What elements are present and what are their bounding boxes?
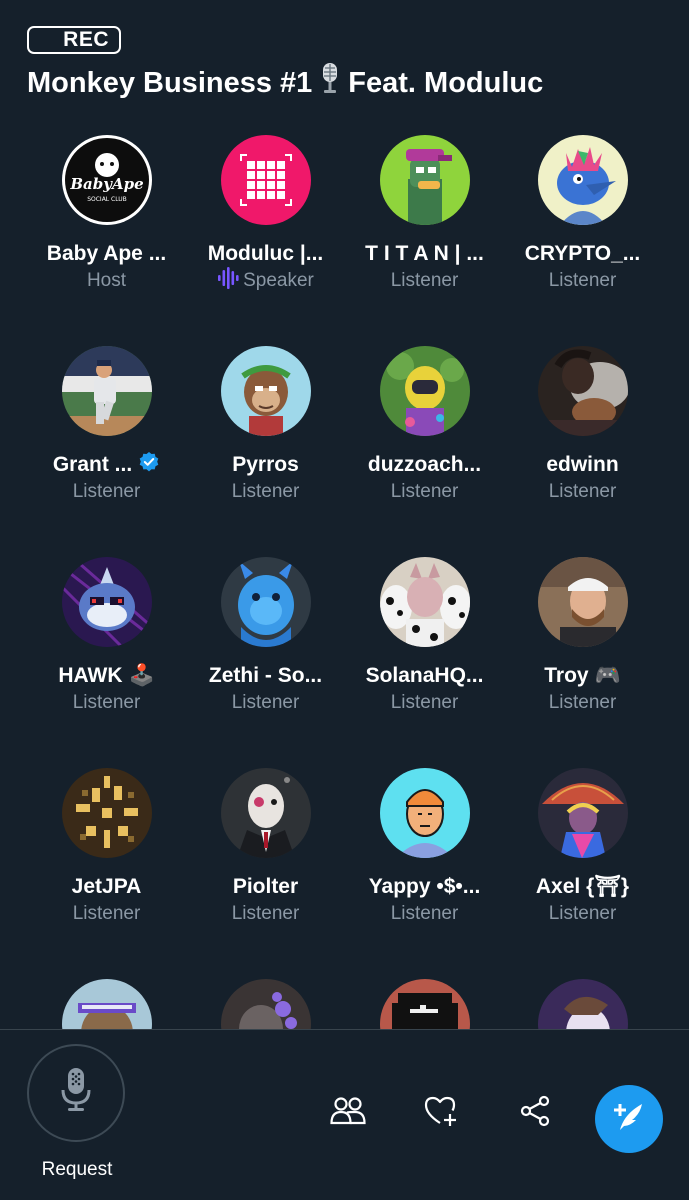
avatar [537, 979, 628, 1030]
participant-role: Listener [231, 481, 300, 502]
participant-role: Listener [390, 481, 459, 502]
participant-name: duzzoach... [367, 453, 482, 476]
participant-card[interactable] [27, 979, 186, 1030]
avatar [379, 346, 470, 436]
participant-name: HAWK 🕹️ [58, 664, 155, 687]
participant-card[interactable]: Piolter Listener [186, 768, 345, 926]
participant-role: Listener [548, 481, 617, 502]
avatar [379, 557, 470, 647]
participant-role: Listener [548, 903, 617, 924]
participant-card[interactable]: T I T A N | ... Listener [345, 135, 504, 293]
participant-card[interactable]: duzzoach... Listener [345, 346, 504, 504]
participant-card[interactable]: JetJPA Listener [27, 768, 186, 926]
avatar [379, 768, 470, 858]
participant-name: Moduluc |... [207, 242, 324, 265]
participant-role: Listener [72, 903, 141, 924]
avatar [379, 135, 470, 225]
request-mic-button[interactable] [27, 1044, 125, 1142]
participant-role: Listener [390, 692, 459, 713]
avatar [220, 557, 311, 647]
share-icon [519, 1095, 551, 1132]
participant-card[interactable]: Pyrros Listener [186, 346, 345, 504]
avatar: BabyApe SOCIAL CLUB [61, 135, 152, 225]
participant-card[interactable]: CRYPTO_... Listener [503, 135, 662, 293]
participant-name: edwinn [546, 453, 619, 476]
avatar [61, 768, 152, 858]
avatar [220, 768, 311, 858]
participant-role: Speaker [186, 267, 345, 295]
avatar [61, 557, 152, 647]
participant-card[interactable]: BabyApe SOCIAL CLUB Baby Ape ... Host [27, 135, 186, 293]
game-controller-icon: 🎮 [594, 664, 621, 687]
participant-card[interactable]: Yappy •$•... Listener [345, 768, 504, 926]
avatar [379, 979, 470, 1030]
participant-card[interactable]: HAWK 🕹️ Listener [27, 557, 186, 715]
participant-role: Listener [72, 692, 141, 713]
participant-card[interactable] [503, 979, 662, 1030]
react-button[interactable] [421, 1093, 461, 1133]
request-label: Request [41, 1159, 113, 1180]
share-button[interactable] [515, 1093, 555, 1133]
participant-name: CRYPTO_... [524, 242, 641, 265]
avatar [61, 346, 152, 436]
svg-text:BabyApe: BabyApe [69, 175, 143, 193]
heart-plus-icon [424, 1095, 458, 1132]
participant-role: Listener [390, 903, 459, 924]
participant-card[interactable]: Troy 🎮 Listener [503, 557, 662, 715]
participant-card[interactable]: SolanaHQ... Listener [345, 557, 504, 715]
svg-text:SOCIAL CLUB: SOCIAL CLUB [87, 196, 127, 203]
people-icon [330, 1096, 366, 1131]
avatar [220, 135, 311, 225]
participant-name: T I T A N | ... [365, 242, 484, 265]
participant-role: Listener [72, 481, 141, 502]
avatar [220, 979, 311, 1030]
participant-card[interactable]: edwinn Listener [503, 346, 662, 504]
participant-role: Listener [548, 270, 617, 291]
participant-card[interactable]: Moduluc |... Speaker [186, 135, 345, 293]
people-button[interactable] [328, 1093, 368, 1133]
participant-name: JetJPA [71, 875, 142, 898]
participant-role: Listener [390, 270, 459, 291]
compose-tweet-button[interactable] [595, 1085, 663, 1153]
avatar [61, 979, 152, 1030]
participant-name: Pyrros [232, 453, 299, 476]
speaker-waveform-icon [217, 267, 241, 295]
participant-name: Axel {⛩} [535, 875, 630, 898]
participant-card[interactable]: Zethi - So... Listener [186, 557, 345, 715]
avatar [537, 135, 628, 225]
participant-name: Troy 🎮 [544, 664, 621, 687]
avatar [537, 768, 628, 858]
compose-tweet-icon [612, 1100, 646, 1139]
participant-card[interactable] [186, 979, 345, 1030]
participant-card[interactable]: Grant ... Listener [27, 346, 186, 504]
participants-grid: BabyApe SOCIAL CLUB Baby Ape ... Host Mod… [0, 0, 689, 1030]
avatar [537, 557, 628, 647]
participant-card[interactable] [345, 979, 504, 1030]
participant-name: SolanaHQ... [365, 664, 484, 687]
participant-role: Listener [231, 903, 300, 924]
avatar [220, 346, 311, 436]
participant-name: Yappy •$•... [368, 875, 481, 898]
participant-name: Grant ... [27, 452, 186, 478]
participant-role: Listener [548, 692, 617, 713]
participant-role: Listener [231, 692, 300, 713]
participant-card[interactable]: Axel {⛩} Listener [503, 768, 662, 926]
avatar [537, 346, 628, 436]
joystick-icon: 🕹️ [128, 664, 155, 687]
participant-name: Piolter [232, 875, 299, 898]
participant-name: Baby Ape ... [46, 242, 167, 265]
participant-role: Host [86, 270, 127, 291]
participant-name: Zethi - So... [208, 664, 323, 687]
microphone-icon [60, 1067, 92, 1119]
verified-badge-icon [138, 451, 160, 479]
